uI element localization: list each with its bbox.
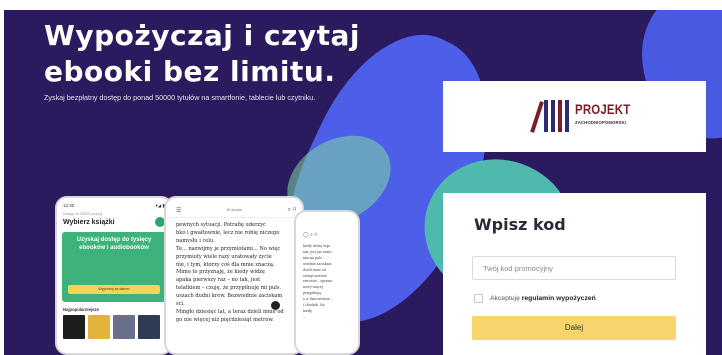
store-header: Wybierz książki xyxy=(57,216,171,227)
terms-suffix: . xyxy=(595,295,598,302)
store-promo-banner: Uzyskaj dostęp do tysięcy ebooków i audi… xyxy=(62,232,166,302)
text-line: bko i gwałtownie, lecz nie robię niczego xyxy=(176,229,280,236)
hero-subline: Zyskaj bezpłatny dostęp do ponad 50000 t… xyxy=(44,93,316,102)
logo-bar xyxy=(551,100,555,132)
banner-button: Wypróbuj za darmo xyxy=(68,285,160,294)
status-time: 12:30 xyxy=(63,203,75,208)
text-line: ... xyxy=(303,314,307,319)
terms-link[interactable]: regulamin wypożyczeń xyxy=(522,295,596,302)
phone-mockup-store: 12:30 ▾◢ ▮ Dostęp do 50000 pozycji Wybie… xyxy=(55,196,173,355)
reader-chapter-label: W drodze xyxy=(226,208,243,212)
logo-bar xyxy=(530,101,544,133)
hero-headline: Wypożyczaj i czytaj ebooki bez limitu. xyxy=(44,18,374,90)
headline-line-2: ebooki bez limitu. xyxy=(44,55,336,88)
logo-name: PROJEKT xyxy=(575,101,631,117)
promo-code-form: Wpisz kod Akceptuję regulamin wypożyczeń… xyxy=(443,193,706,355)
text-line: nie, i tym, którzy coś dla mnie znaczą. xyxy=(176,261,275,268)
text-line: go nie więcej niż pięćdziesiąt metrów. xyxy=(176,316,274,323)
book-cover xyxy=(63,315,85,339)
terms-checkbox[interactable] xyxy=(474,294,483,303)
bookmark-icon: ⌑ xyxy=(292,206,296,213)
text-line: namysłu i celu. xyxy=(176,237,215,244)
headline-line-1: Wypożyczaj i czytaj xyxy=(44,19,360,52)
book-covers xyxy=(57,312,171,342)
search-icon: ⌕ xyxy=(287,206,291,213)
phone-mockup-tablet: ◯ ⌕ ⌑ kiedy widzę tego tak, jest już nas… xyxy=(294,210,360,355)
logo-card: PROJEKT ZACHODNIOPOMORSKI xyxy=(443,81,706,152)
text-line: Mingło dziesięć lat, a teraz dzieli mnie… xyxy=(176,308,284,315)
text-line: Mimo to przyznaję, że kiedy widzę xyxy=(176,269,265,276)
text-line: tolatkiem – czuję, że przypilnuję mi pul… xyxy=(176,285,282,292)
status-bar: 12:30 ▾◢ ▮ xyxy=(57,198,171,209)
logo-bar xyxy=(565,100,569,132)
promo-code-input[interactable] xyxy=(472,256,676,280)
book-cover xyxy=(88,315,110,339)
tablet-toolbar: ◯ ⌕ ⌑ xyxy=(303,232,318,238)
text-line: uszach dudni krew. Bezwiednie zaciskam xyxy=(176,293,283,300)
section-title: Najpopularniejsze xyxy=(63,307,99,312)
terms-prefix: Akceptuję xyxy=(490,295,522,302)
phone-mockup-reader: ☰ W drodze ⌕ ⌑ pewnych sytuacji. Potrafi… xyxy=(164,196,304,355)
terms-text: Akceptuję regulamin wypożyczeń. xyxy=(490,295,598,302)
books-logo-icon xyxy=(530,100,569,133)
book-cover xyxy=(113,315,135,339)
logo-bar xyxy=(544,100,548,132)
logo-subtitle: ZACHODNIOPOMORSKI xyxy=(575,120,627,125)
reader-tools: ⌕ ⌑ xyxy=(288,206,296,214)
menu-icon: ☰ xyxy=(176,206,182,214)
projekt-logo[interactable]: PROJEKT ZACHODNIOPOMORSKI xyxy=(525,97,635,135)
book-cover xyxy=(138,315,160,339)
store-title: Wybierz książki xyxy=(63,218,115,226)
reader-page-text: pewnych sytuacji. Potrafię uderzyć bko i… xyxy=(166,218,302,325)
text-line: Te... nazwijmy je przymiotami... No więc xyxy=(176,245,281,252)
tablet-page-text: kiedy widzę tego tak, jest już nasto- mi… xyxy=(296,242,358,321)
logo-bar xyxy=(558,100,562,132)
form-title: Wpisz kod xyxy=(474,215,566,234)
store-caption: Dostęp do 50000 pozycji xyxy=(63,212,103,216)
text-line: pewnych sytuacji. Potrafię uderzyć xyxy=(176,222,266,228)
terms-row: Akceptuję regulamin wypożyczeń. xyxy=(474,294,598,303)
annotation-fab-icon xyxy=(271,301,280,310)
next-button[interactable]: Dalej xyxy=(472,316,676,340)
reader-toolbar: ☰ W drodze ⌕ ⌑ xyxy=(166,198,302,218)
banner-text: Uzyskaj dostęp do tysięcy ebooków i audi… xyxy=(76,237,152,251)
text-line: przymioty wiele razy uratowały życie xyxy=(176,253,272,260)
text-line: apaka pierwszy raz – no tak, jest xyxy=(176,277,261,284)
